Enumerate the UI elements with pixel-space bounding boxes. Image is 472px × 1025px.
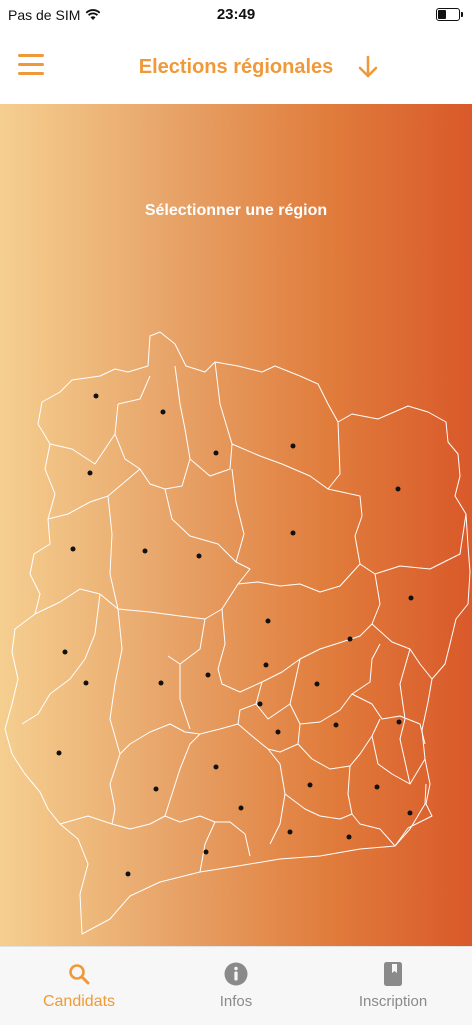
region-marker[interactable] [287, 829, 293, 835]
region-marker[interactable] [83, 680, 89, 686]
region-marker[interactable] [346, 834, 352, 840]
region-marker[interactable] [408, 595, 414, 601]
status-bar: Pas de SIM 23:49 [0, 0, 472, 32]
region-markers [56, 393, 414, 877]
clock: 23:49 [216, 6, 256, 23]
tab-inscription[interactable]: Inscription [314, 947, 472, 1025]
tab-label: Inscription [358, 993, 428, 1010]
tab-bar: Candidats Infos Inscription [0, 946, 472, 1025]
search-icon [69, 964, 90, 985]
download-button[interactable] [356, 54, 380, 80]
region-marker[interactable] [158, 680, 164, 686]
region-marker[interactable] [213, 764, 219, 770]
region-marker[interactable] [265, 618, 271, 624]
tab-label: Candidats [42, 993, 116, 1010]
region-marker[interactable] [70, 546, 76, 552]
bookmark-icon [384, 962, 402, 986]
arrow-down-icon [358, 55, 378, 78]
region-marker[interactable] [307, 782, 313, 788]
select-region-prompt: Sélectionner une région [144, 202, 328, 219]
page-title: Elections régionales [138, 56, 334, 78]
tab-label: Infos [219, 993, 253, 1010]
region-marker[interactable] [62, 649, 68, 655]
region-marker[interactable] [290, 530, 296, 536]
info-icon [224, 962, 248, 986]
country-outline [4, 331, 471, 935]
battery-icon [436, 8, 463, 21]
region-marker[interactable] [333, 722, 339, 728]
tab-infos[interactable]: Infos [157, 947, 315, 1025]
region-marker[interactable] [374, 784, 380, 790]
region-marker[interactable] [205, 672, 211, 678]
region-marker[interactable] [213, 450, 219, 456]
region-map[interactable] [0, 224, 472, 944]
region-marker[interactable] [290, 443, 296, 449]
nav-bar: Elections régionales [0, 32, 472, 104]
region-marker[interactable] [395, 486, 401, 492]
region-marker[interactable] [396, 719, 402, 725]
region-marker[interactable] [238, 805, 244, 811]
region-marker[interactable] [160, 409, 166, 415]
region-marker[interactable] [125, 871, 131, 877]
region-marker[interactable] [257, 701, 263, 707]
region-marker[interactable] [93, 393, 99, 399]
tab-candidats[interactable]: Candidats [0, 947, 158, 1025]
region-marker[interactable] [275, 729, 281, 735]
region-borders [21, 361, 467, 873]
region-marker[interactable] [56, 750, 62, 756]
map-area: Sélectionner une région [0, 104, 472, 946]
region-marker[interactable] [407, 810, 413, 816]
region-marker[interactable] [203, 849, 209, 855]
region-marker[interactable] [153, 786, 159, 792]
region-marker[interactable] [314, 681, 320, 687]
region-marker[interactable] [263, 662, 269, 668]
region-marker[interactable] [142, 548, 148, 554]
region-marker[interactable] [347, 636, 353, 642]
region-marker[interactable] [87, 470, 93, 476]
region-marker[interactable] [196, 553, 202, 559]
